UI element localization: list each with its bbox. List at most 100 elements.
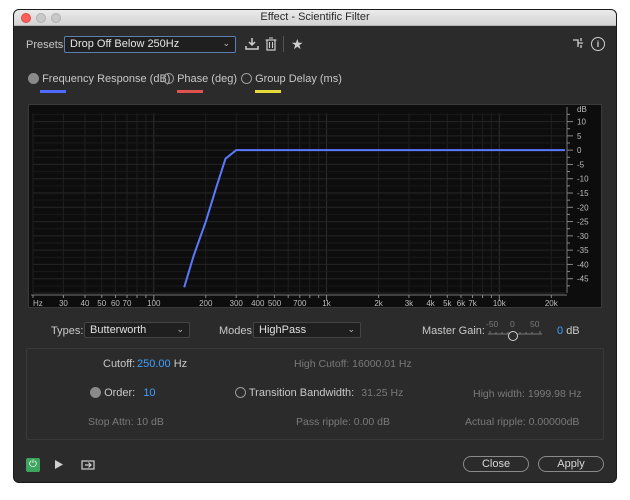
trash-icon[interactable]	[265, 37, 277, 54]
cutoff-value[interactable]: 250.00	[137, 358, 171, 370]
chevron-down-icon: ⌄	[222, 38, 230, 48]
x-axis-label: 30	[59, 299, 68, 307]
x-axis-label: 500	[268, 299, 282, 307]
x-axis-label: 20k	[545, 299, 559, 307]
y-axis-label: -30	[577, 232, 589, 241]
x-axis-label: 6k	[457, 299, 466, 307]
presets-label: Presets:	[26, 39, 67, 51]
radio-frequency-response[interactable]	[28, 73, 39, 84]
y-axis-label: -20	[577, 203, 589, 212]
x-axis-label: 3k	[405, 299, 414, 307]
presets-value: Drop Off Below 250Hz	[70, 38, 180, 50]
x-axis-label: 70	[123, 299, 132, 307]
high-cutoff-readout: High Cutoff: 16000.01 Hz	[294, 358, 412, 370]
chevron-down-icon: ⌄	[347, 324, 355, 334]
mode-group-delay[interactable]: Group Delay (ms)	[241, 73, 342, 85]
radio-phase[interactable]	[163, 73, 174, 84]
x-axis-label: Hz	[33, 299, 43, 307]
types-value: Butterworth	[90, 324, 147, 336]
group-delay-label: Group Delay (ms)	[255, 73, 342, 85]
transition-bandwidth-label: Transition Bandwidth:	[248, 387, 355, 399]
close-button[interactable]: Close	[463, 456, 529, 472]
phase-label: Phase (deg)	[177, 73, 237, 85]
master-gain-knob[interactable]	[508, 331, 518, 341]
transition-bandwidth-option[interactable]: Transition Bandwidth: 31.25 Hz	[235, 387, 403, 399]
window-title: Effect - Scientific Filter	[260, 11, 370, 23]
gain-scale-min: -50	[486, 319, 499, 329]
x-axis-label: 4k	[426, 299, 435, 307]
y-axis-label: -35	[577, 246, 589, 255]
apply-button[interactable]: Apply	[538, 456, 604, 472]
effect-window: Effect - Scientific Filter Presets: Drop…	[14, 10, 616, 482]
phase-swatch	[177, 90, 203, 93]
master-gain-readout[interactable]: 0 dB	[557, 325, 580, 337]
x-axis-label: 200	[199, 299, 213, 307]
x-axis-label: 7k	[468, 299, 477, 307]
mode-frequency-response[interactable]: Frequency Response (dB)	[28, 73, 170, 85]
group-delay-swatch	[255, 90, 281, 93]
title-bar: Effect - Scientific Filter	[14, 10, 616, 26]
export-icon[interactable]	[81, 458, 95, 473]
x-axis-label: 10k	[493, 299, 507, 307]
frequency-response-label: Frequency Response (dB)	[42, 73, 171, 85]
actual-ripple-readout: Actual ripple: 0.00000dB	[465, 416, 580, 428]
x-axis-label: 40	[81, 299, 90, 307]
channel-routing-icon[interactable]	[572, 37, 584, 52]
mode-phase[interactable]: Phase (deg)	[163, 73, 237, 85]
stop-attenuation-readout: Stop Attn: 10 dB	[88, 416, 164, 428]
y-axis-label: -45	[577, 275, 589, 284]
toolbar-divider	[283, 36, 284, 52]
x-axis-label: 60	[111, 299, 120, 307]
pass-ripple-readout: Pass ripple: 0.00 dB	[296, 416, 390, 428]
order-value[interactable]: 10	[143, 387, 155, 399]
order-label: Order:	[104, 387, 136, 399]
cutoff-label: Cutoff:	[103, 358, 136, 370]
types-label: Types:	[51, 325, 84, 337]
transition-bandwidth-value: 31.25 Hz	[361, 387, 404, 399]
y-axis-label: 10	[577, 118, 586, 127]
presets-select[interactable]: Drop Off Below 250Hz ⌄	[64, 36, 236, 53]
types-select[interactable]: Butterworth ⌄	[84, 322, 190, 338]
order-option[interactable]: Order: 10	[90, 387, 156, 399]
graph-background	[29, 105, 601, 307]
master-gain-value[interactable]: 0	[557, 325, 563, 337]
gain-scale-mid: 0	[510, 319, 515, 329]
radio-order[interactable]	[90, 387, 101, 398]
x-axis-label: 2k	[374, 299, 383, 307]
save-preset-icon[interactable]	[245, 37, 259, 54]
y-axis-label: -25	[577, 218, 589, 227]
y-axis-label: -15	[577, 189, 589, 198]
x-axis-label: 400	[251, 299, 265, 307]
play-icon[interactable]	[54, 459, 64, 473]
modes-label: Modes:	[219, 325, 256, 337]
high-width-readout: High width: 1999.98 Hz	[473, 388, 582, 400]
x-axis-label: 1k	[322, 299, 331, 307]
y-axis-label: -10	[577, 175, 589, 184]
gain-scale-max: 50	[530, 319, 540, 329]
radio-transition-bandwidth[interactable]	[235, 387, 246, 398]
x-axis-label: 5k	[443, 299, 452, 307]
master-gain-label: Master Gain:	[422, 325, 485, 337]
frequency-graph-svg: dB1050-5-10-15-20-25-30-35-40-45Hz 30 40 50…	[29, 105, 601, 307]
y-axis-label: 5	[577, 132, 582, 141]
info-icon[interactable]: i	[591, 37, 605, 51]
radio-group-delay[interactable]	[241, 73, 252, 84]
y-axis-label: -40	[577, 260, 589, 269]
frequency-response-swatch	[40, 90, 66, 93]
power-icon[interactable]: ⏻	[26, 458, 40, 472]
chevron-down-icon: ⌄	[176, 324, 184, 334]
master-gain-unit: dB	[566, 325, 580, 337]
modes-value: HighPass	[259, 324, 307, 336]
master-gain-slider[interactable]: -50 0 50	[486, 319, 548, 342]
y-axis-label: dB	[577, 105, 587, 114]
x-axis-label: 50	[97, 299, 106, 307]
y-axis-label: 0	[577, 146, 582, 155]
y-axis-label: -5	[577, 160, 585, 169]
star-icon[interactable]: ★	[291, 36, 304, 53]
modes-select[interactable]: HighPass ⌄	[253, 322, 361, 338]
cutoff-readout[interactable]: 250.00 Hz	[137, 358, 187, 370]
cutoff-unit: Hz	[173, 358, 188, 370]
frequency-graph[interactable]: dB 10 5 0 -5 -10 -15 -20 -25 -30 -35 -40 -45 Hz 30 40 50…	[28, 104, 602, 308]
x-axis-label: 700	[293, 299, 307, 307]
x-axis-label: 100	[147, 299, 161, 307]
